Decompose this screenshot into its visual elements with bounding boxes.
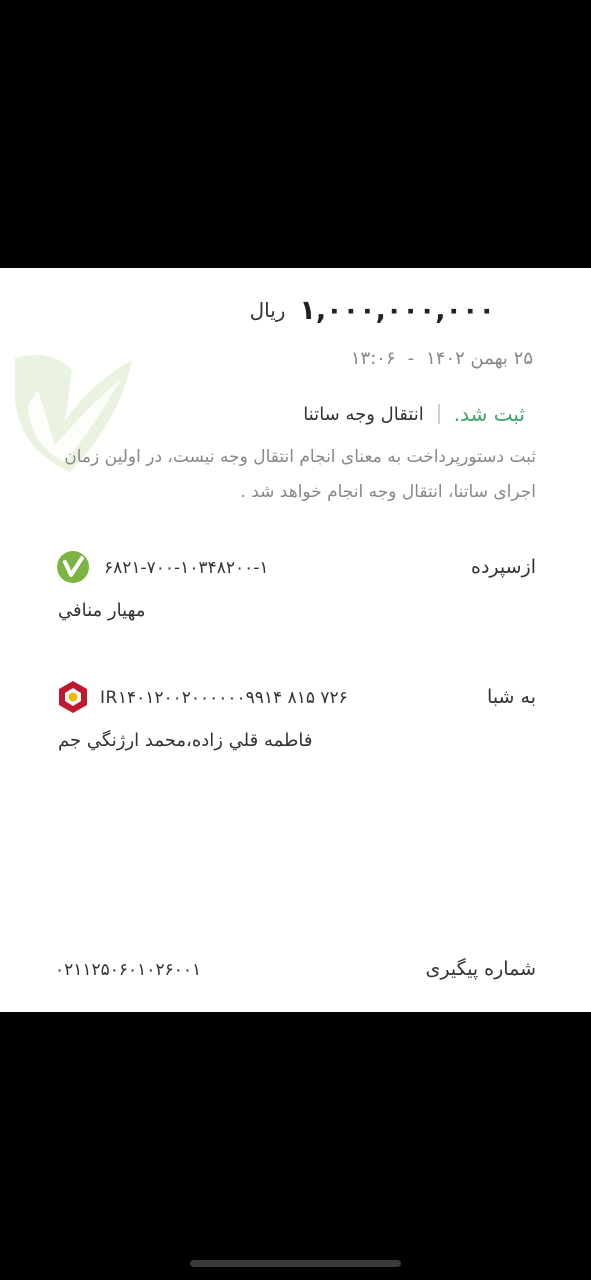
from-label: ازسپرده [470,556,536,578]
status-label: ثبت شد. [453,402,525,426]
receipt-card: ۱,۰۰۰,۰۰۰,۰۰۰ ريال ۲۵ بهمن ۱۴۰۲ - ۱۳:۰۶ … [0,268,591,1012]
date-time: ۲۵ بهمن ۱۴۰۲ - ۱۳:۰۶ [351,348,533,369]
from-account-number: ۶۸۲۱-۷۰۰-۱۰۳۴۸۲۰۰-۱ [104,558,269,578]
amount-row: ۱,۰۰۰,۰۰۰,۰۰۰ ريال [0,290,591,330]
status-row: ثبت شد. انتقال وجه ساتنا [303,402,525,426]
date-value: ۲۵ بهمن ۱۴۰۲ [426,348,533,369]
notice-text: ثبت دستورپرداخت به معنای انجام انتقال وج… [64,447,536,502]
home-indicator[interactable] [190,1260,401,1267]
transfer-type: انتقال وجه ساتنا [303,403,424,425]
to-iban-number: IR۱۴۰۱۲۰۰۲۰۰۰۰۰۰۹۹۱۴ ۸۱۵ ۷۲۶ [100,688,348,708]
tracking-number: ۰۲۱۱۲۵۰۶۰۱۰۲۶۰۰۱ [55,960,202,980]
status-divider [437,404,440,424]
from-holder-name: مهيار منافي [58,600,146,621]
to-iban-row: به شبا IR۱۴۰۱۲۰۰۲۰۰۰۰۰۰۹۹۱۴ ۸۱۵ ۷۲۶ [0,680,591,720]
bank-logo-green-icon [57,551,89,583]
tracking-label: شماره پیگیری [425,958,536,980]
from-account-row: ازسپرده ۶۸۲۱-۷۰۰-۱۰۳۴۸۲۰۰-۱ [0,550,591,590]
to-label: به شبا [487,686,536,708]
currency-label: ريال [249,298,286,322]
time-value: ۱۳:۰۶ [350,348,396,369]
amount-value: ۱,۰۰۰,۰۰۰,۰۰۰ [299,294,495,326]
bank-logo-red-icon [59,681,87,713]
date-time-separator: - [407,348,415,369]
to-holder-name: فاطمه قلي زاده،محمد ارژنگي جم [58,730,313,751]
